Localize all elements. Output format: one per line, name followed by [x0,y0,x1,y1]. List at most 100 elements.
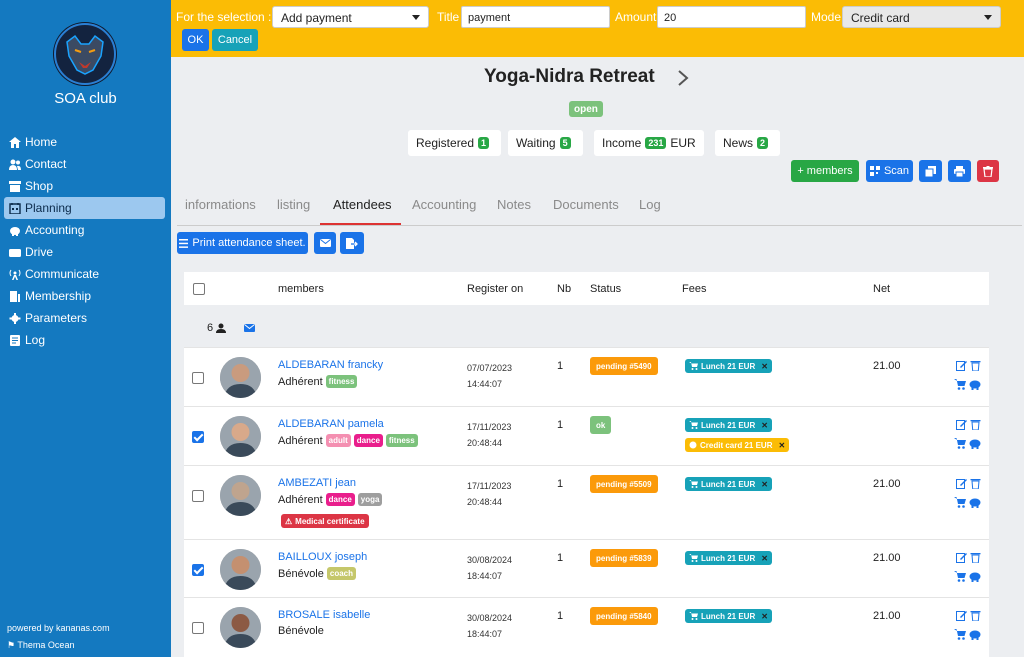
envelope-icon[interactable] [244,324,256,332]
sidebar-item-membership[interactable]: Membership [4,285,165,307]
piggy-bank-icon[interactable] [969,571,981,582]
piggy-bank-icon[interactable] [969,438,981,449]
edit-icon[interactable] [956,610,967,621]
cart-icon[interactable] [954,497,966,508]
tab-documents[interactable]: Documents [553,197,619,212]
col-status: Status [590,283,622,295]
sidebar-item-shop[interactable]: Shop [4,175,165,197]
row-checkbox[interactable] [192,372,204,384]
delete-button[interactable] [977,160,999,182]
fee-label: Lunch 21 EUR [701,553,756,563]
tab-listing[interactable]: listing [277,197,310,212]
sidebar-item-accounting[interactable]: Accounting [4,219,165,241]
group-count: 6 [207,322,214,334]
trash-icon[interactable] [970,478,981,489]
cart-icon[interactable] [954,379,966,390]
print-button[interactable] [948,160,971,182]
medical-certificate-badge[interactable]: ⚠ Medical certificate [281,514,369,528]
fee-chip[interactable]: Lunch 21 EUR ✕ [685,477,772,491]
mode-select[interactable]: Credit card [842,6,1001,28]
status-badge[interactable]: pending #5509 [590,475,658,493]
scan-button[interactable]: Scan [866,160,913,182]
sidebar-item-home[interactable]: Home [4,131,165,153]
tab-notes[interactable]: Notes [497,197,531,212]
fee-chip[interactable]: Lunch 21 EUR ✕ [685,359,772,373]
row-checkbox[interactable] [192,490,204,502]
print-attendance-button[interactable]: Print attendance sheet. [177,232,308,254]
fee-chip[interactable]: Credit card 21 EUR ✕ [685,438,790,452]
cart-icon [689,554,698,562]
selection-label: For the selection : [176,10,272,24]
table-row: BROSALE isabelle Bénévole 30/08/2024 18:4… [184,597,989,657]
edit-icon[interactable] [956,478,967,489]
ok-button[interactable]: OK [182,29,209,51]
fee-chip[interactable]: Lunch 21 EUR ✕ [685,418,772,432]
status-badge[interactable]: pending #5840 [590,607,658,625]
list-icon [179,238,189,248]
status-badge[interactable]: pending #5490 [590,357,658,375]
group-summary: 6 [207,322,256,334]
email-button[interactable] [314,232,336,254]
sidebar-item-parameters[interactable]: Parameters [4,307,165,329]
sidebar-item-label: Parameters [25,311,88,325]
register-date: 30/08/2024 18:44:07 [467,610,512,642]
duplicate-button[interactable] [919,160,942,182]
edit-icon[interactable] [956,419,967,430]
remove-fee-icon[interactable]: ✕ [778,441,785,450]
sidebar-item-planning[interactable]: Planning [4,197,165,219]
edit-icon[interactable] [956,360,967,371]
remove-fee-icon[interactable]: ✕ [761,554,768,563]
title-label: Title [437,10,460,24]
stat-income[interactable]: Income 231 EUR [594,130,704,156]
sidebar-item-communicate[interactable]: Communicate [4,263,165,285]
member-name-link[interactable]: BAILLOUX joseph [278,551,367,563]
select-all-checkbox[interactable] [193,283,205,295]
row-checkbox[interactable] [192,622,204,634]
status-badge[interactable]: pending #5839 [590,549,658,567]
trash-icon[interactable] [970,610,981,621]
tab-informations[interactable]: informations [185,197,256,212]
export-button[interactable] [340,232,364,254]
member-name-link[interactable]: AMBEZATI jean [278,477,356,489]
add-members-button[interactable]: + members [791,160,859,182]
member-name-link[interactable]: ALDEBARAN pamela [278,418,384,430]
powered-by[interactable]: powered by kananas.com [7,623,110,633]
tab-log[interactable]: Log [639,197,661,212]
amount-input[interactable]: 20 [657,6,806,28]
title-input[interactable]: payment [461,6,610,28]
stat-waiting[interactable]: Waiting 5 [508,130,583,156]
piggy-bank-icon[interactable] [969,629,981,640]
cart-icon[interactable] [954,438,966,449]
remove-fee-icon[interactable]: ✕ [761,362,768,371]
cart-icon[interactable] [954,571,966,582]
member-name-link[interactable]: ALDEBARAN francky [278,359,383,371]
sidebar-item-log[interactable]: Log [4,329,165,351]
chevron-right-icon[interactable] [676,69,690,87]
piggy-bank-icon[interactable] [969,497,981,508]
fee-chip[interactable]: Lunch 21 EUR ✕ [685,609,772,623]
trash-icon[interactable] [970,360,981,371]
row-checkbox[interactable] [192,564,204,576]
trash-icon[interactable] [970,419,981,430]
fee-chip[interactable]: Lunch 21 EUR ✕ [685,551,772,565]
sidebar-item-drive[interactable]: Drive [4,241,165,263]
action-select[interactable]: Add payment [272,6,429,28]
remove-fee-icon[interactable]: ✕ [761,480,768,489]
register-day: 17/11/2023 [467,481,512,491]
edit-icon[interactable] [956,552,967,563]
trash-icon[interactable] [970,552,981,563]
remove-fee-icon[interactable]: ✕ [761,612,768,621]
tab-attendees[interactable]: Attendees [333,197,392,212]
cancel-button[interactable]: Cancel [212,29,258,51]
stat-registered[interactable]: Registered 1 [408,130,502,156]
tab-accounting[interactable]: Accounting [412,197,476,212]
avatar [220,475,261,516]
stat-news[interactable]: News 2 [715,130,781,156]
status-badge[interactable]: ok [590,416,612,434]
piggy-bank-icon[interactable] [969,379,981,390]
remove-fee-icon[interactable]: ✕ [761,421,768,430]
cart-icon[interactable] [954,629,966,640]
sidebar-item-contact[interactable]: Contact [4,153,165,175]
member-name-link[interactable]: BROSALE isabelle [278,609,370,621]
row-checkbox[interactable] [192,431,204,443]
